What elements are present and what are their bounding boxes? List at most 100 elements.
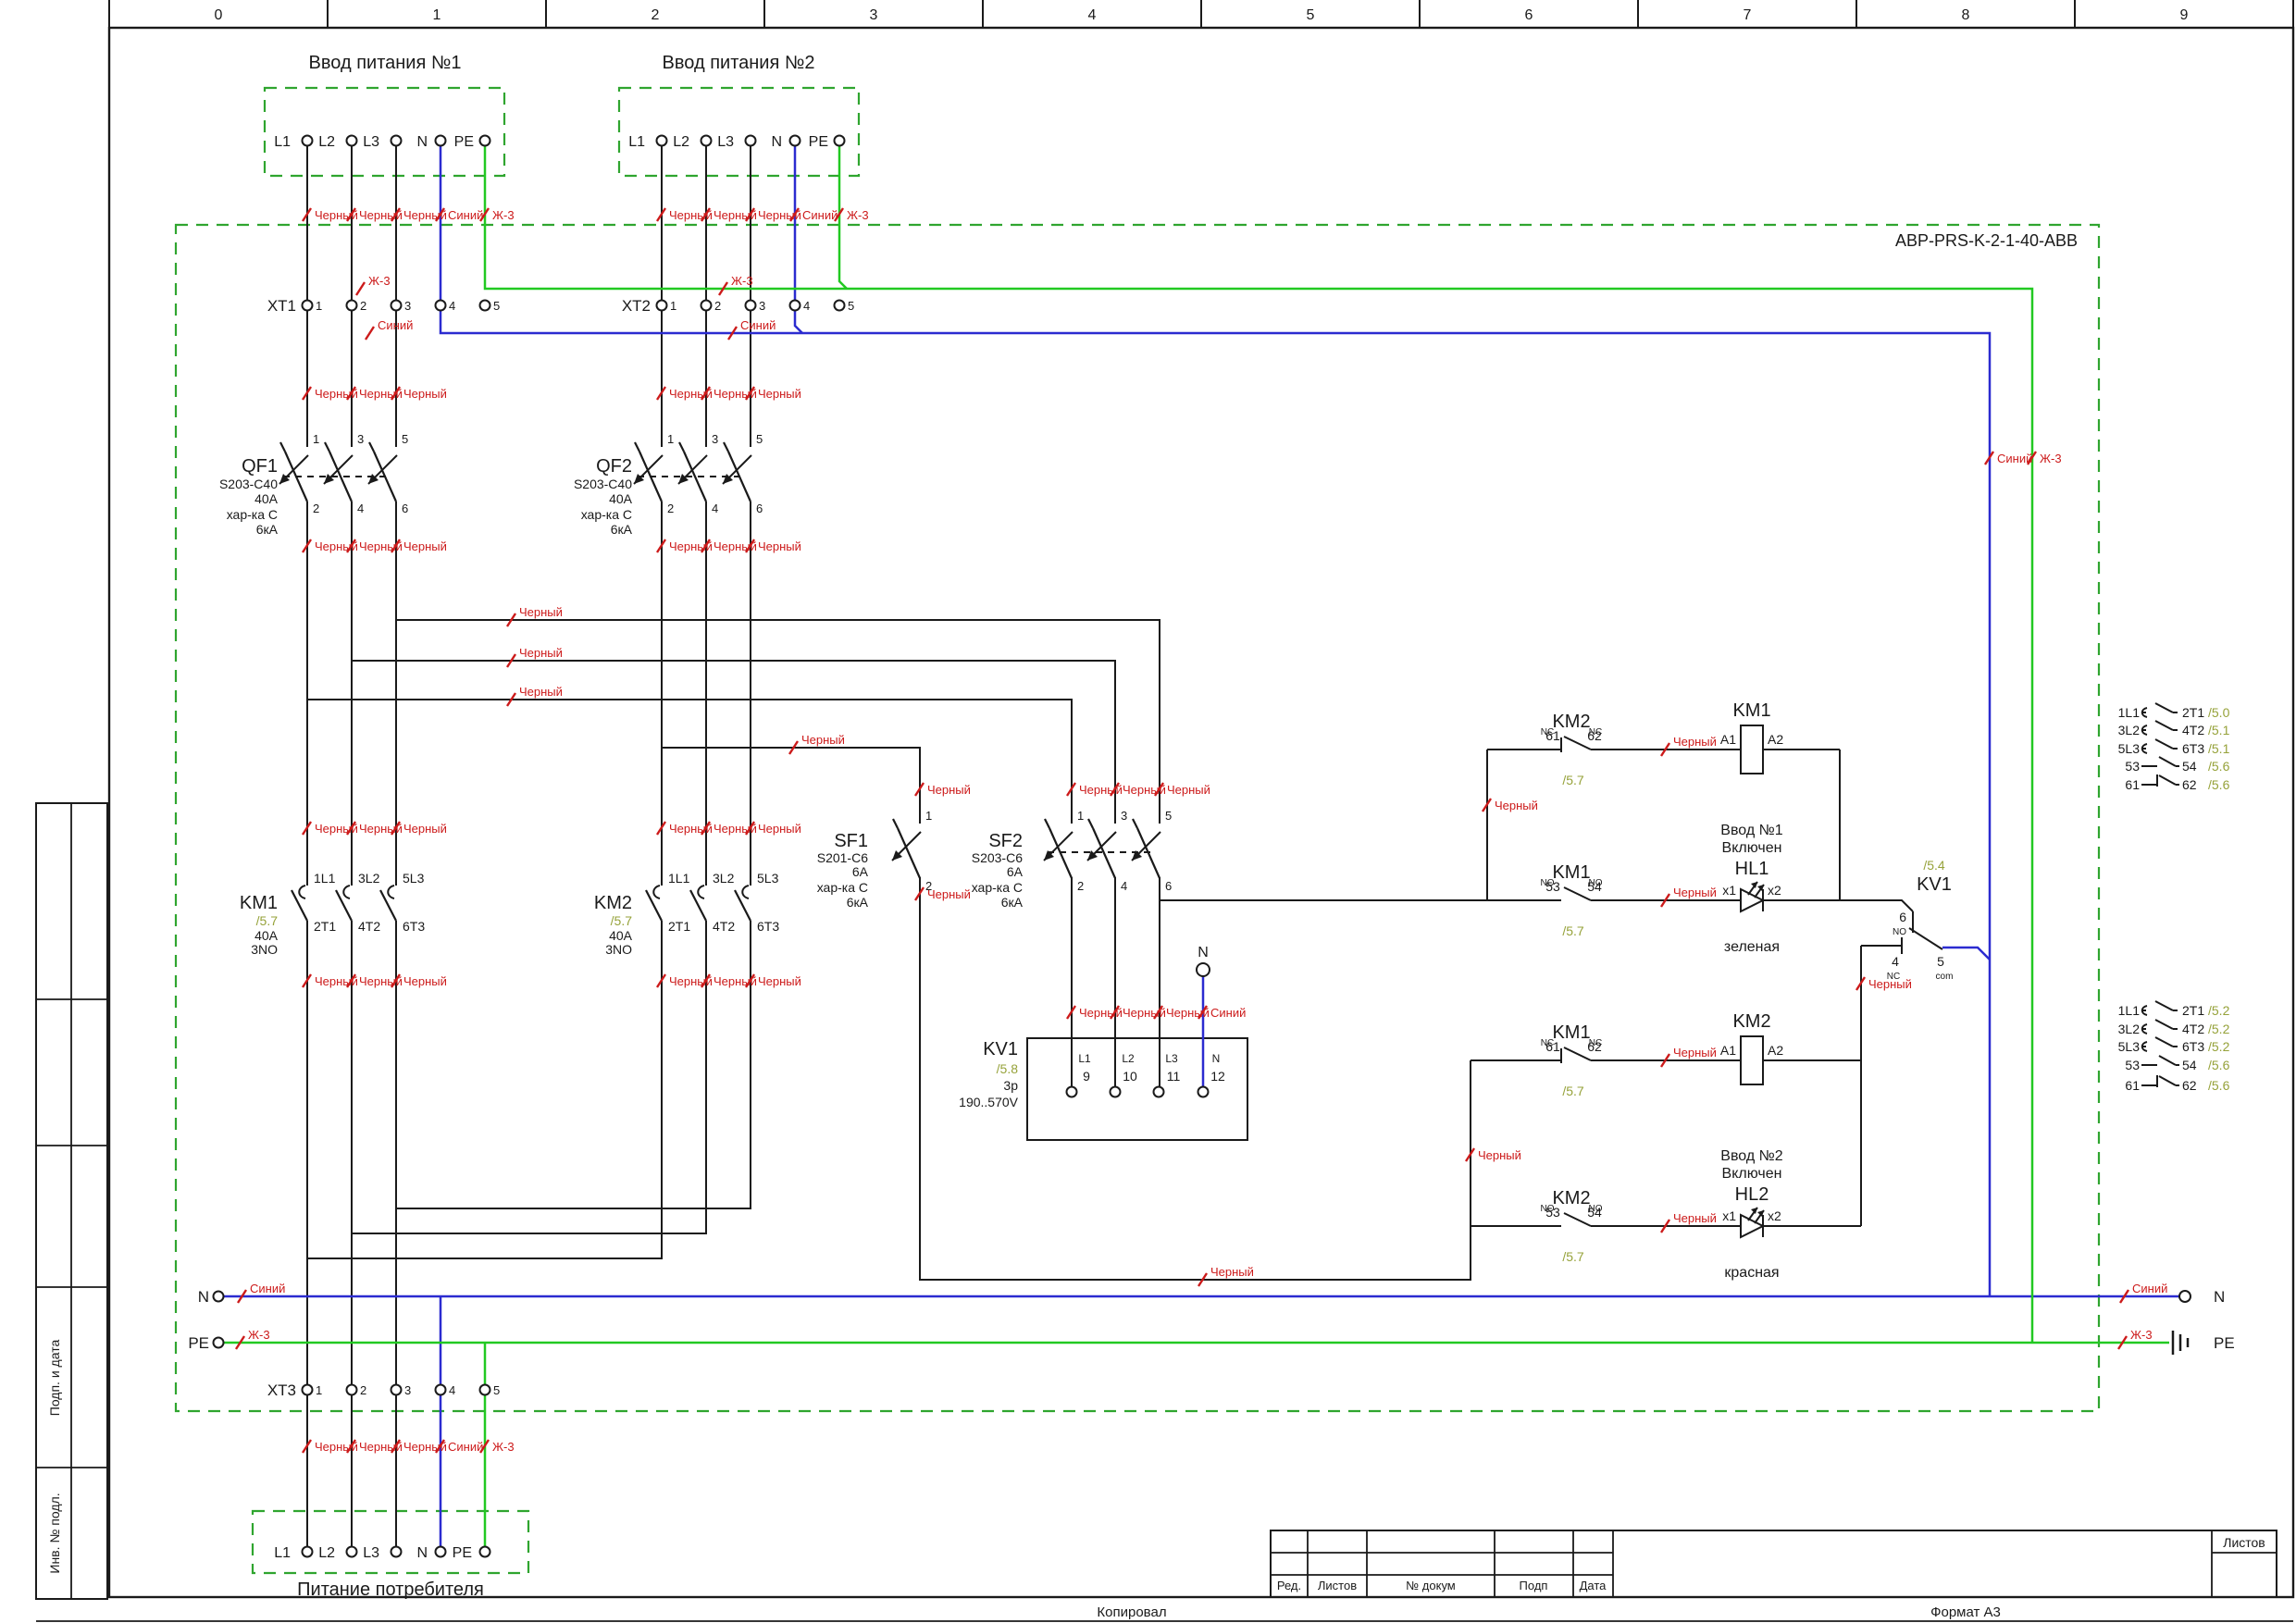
wire-color-label: Синий (378, 318, 413, 332)
xref-ref: /5.6 (2208, 759, 2230, 774)
wire-color-label: Черный (519, 605, 563, 619)
ruler-number: 6 (1525, 7, 1533, 23)
label: хар-ка С (227, 507, 278, 522)
label: 1L1 (314, 871, 336, 886)
label: NO (1893, 927, 1906, 937)
xref-right: 4T2 (2182, 1022, 2204, 1036)
branch-l2-sf2 (352, 660, 1116, 824)
cabinet-label: АВР-PRS-K-2-1-40-ABB (1895, 231, 2078, 250)
label: L2 (673, 134, 689, 150)
terminal-circle (390, 1383, 403, 1396)
ruler-number: 7 (1744, 7, 1752, 23)
wire-color-label: Ж-3 (2040, 452, 2062, 465)
qf2-name: QF2 (596, 456, 632, 477)
xref-left: 61 (2125, 777, 2140, 792)
wire-color-label: Черный (801, 733, 845, 747)
label: L1 (274, 134, 291, 150)
xref-diag (2154, 720, 2174, 731)
wire-color-label: Синий (740, 318, 776, 332)
wire-color-label: Ж-3 (731, 274, 753, 288)
branch-in2-sf1 (662, 747, 921, 824)
label: 11 (1167, 1069, 1181, 1084)
xref-left: 1L1 (2118, 1003, 2141, 1018)
ruler-number: 0 (215, 7, 223, 23)
sidebar-label: Инв. № подл. (47, 1493, 62, 1573)
kv1-name: KV1 (983, 1039, 1018, 1059)
terminal-circle (390, 299, 403, 312)
ruler-number: 3 (870, 7, 878, 23)
wire-color-label: Черный (758, 822, 801, 836)
terminal-circle (434, 134, 447, 147)
label: 2T1 (314, 919, 336, 934)
input-2-title: Ввод питания №2 (663, 53, 815, 73)
wire-color-label: Черный (403, 822, 447, 836)
wire-color-label: Черный (1673, 1211, 1717, 1225)
xref-right: 2T1 (2182, 1003, 2204, 1018)
terminal-circle (700, 134, 713, 147)
label: 12 (1210, 1069, 1225, 1084)
sf1-name: SF1 (834, 831, 868, 851)
label: 6кА (1001, 895, 1024, 910)
terminal-circle (700, 299, 713, 312)
label: 4 (449, 299, 455, 313)
wire-color-label: Черный (758, 974, 801, 988)
label: 2 (360, 299, 366, 313)
label: 6 (756, 502, 763, 515)
terminal-circle (212, 1336, 225, 1349)
label: красная (1724, 1265, 1779, 1281)
label: 5 (1937, 954, 1944, 969)
km1-coil-name: KM1 (1732, 700, 1770, 721)
terminal-circle (345, 1383, 358, 1396)
terminal-circle (301, 134, 314, 147)
label: 4 (1892, 954, 1899, 969)
wire-color-label: Черный (927, 887, 971, 901)
wire-color-label: Черный (758, 387, 801, 401)
label: 3NO (251, 942, 278, 957)
label: 1 (316, 299, 322, 313)
label: /5.7 (1562, 1084, 1584, 1098)
label: 2 (360, 1383, 366, 1397)
schematic-page: 0 1 2 3 4 5 6 7 8 9 Черный Черный Черный Синий Ж-3 Черн… (0, 0, 2296, 1623)
km2-out2 (352, 921, 707, 1234)
label: 1L1 (668, 871, 690, 886)
km2-out3 (396, 921, 751, 1209)
xref-diag (2154, 1019, 2174, 1030)
label: 40A (254, 928, 279, 943)
input-1-box (263, 86, 506, 178)
km2-coil-name: KM2 (1732, 1011, 1770, 1032)
label: 2 (1077, 879, 1084, 893)
label: N (1212, 1052, 1221, 1065)
label: L2 (318, 1545, 335, 1561)
terminal-circle (478, 1545, 491, 1558)
wire-color-label: Ж-3 (368, 274, 391, 288)
xref-left: 3L2 (2118, 723, 2141, 737)
xref-diag (2154, 738, 2174, 750)
wire-color-label: Черный (1079, 1006, 1123, 1020)
terminal-circle (434, 1383, 447, 1396)
ruler-number: 8 (1962, 7, 1970, 23)
label: 3 (404, 299, 411, 313)
ruler-number: 4 (1088, 7, 1097, 23)
terminal-circle (478, 299, 491, 312)
wire-color-label: Ж-3 (2130, 1328, 2153, 1342)
ruler-number: 5 (1307, 7, 1315, 23)
label: NC (1887, 972, 1900, 982)
wire-color-label: Черный (1167, 783, 1210, 797)
label: 6T3 (757, 919, 779, 934)
wire-color-label: Синий (802, 208, 838, 222)
titleblock-header: № докум (1406, 1579, 1456, 1592)
terminal-circle (478, 1383, 491, 1396)
breaker-hook (1087, 818, 1094, 829)
label: L2 (318, 134, 335, 150)
xref-ref: /5.0 (2208, 705, 2230, 720)
n-left-label: N (198, 1288, 209, 1306)
wire-color-label: Ж-3 (847, 208, 869, 222)
label: 1 (313, 432, 319, 446)
wire-color-label: Ж-3 (248, 1328, 270, 1342)
wire-color-label: Черный (1079, 783, 1123, 797)
terminal-circle (345, 1545, 358, 1558)
label: 6 (1899, 910, 1906, 924)
titleblock-sheets: Листов (2223, 1535, 2265, 1550)
label: 6A (1007, 864, 1024, 879)
xref-ref: /5.6 (2208, 1058, 2230, 1072)
